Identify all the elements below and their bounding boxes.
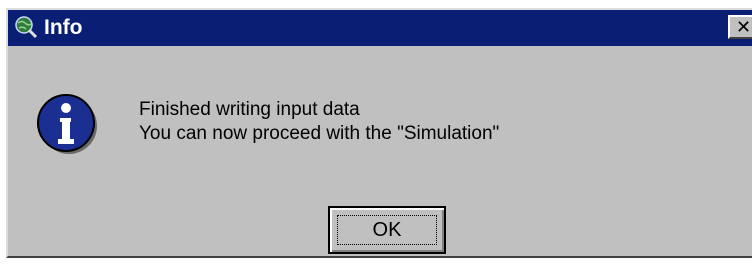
ok-button[interactable]: OK <box>328 206 446 254</box>
info-dialog: Info ✕ Finished writing input data You c… <box>6 8 752 258</box>
message-text: Finished writing input data You can now … <box>139 98 499 146</box>
title-bar[interactable]: Info ✕ <box>8 10 752 46</box>
close-icon: ✕ <box>736 17 752 38</box>
globe-magnifier-icon <box>14 15 38 39</box>
ok-button-label: OK <box>337 215 437 245</box>
message-line-1: Finished writing input data <box>139 99 360 120</box>
message-line-2: You can now proceed with the "Simulation… <box>139 123 500 144</box>
info-icon <box>35 92 99 156</box>
close-button[interactable]: ✕ <box>728 15 752 39</box>
window-title: Info <box>44 16 83 39</box>
